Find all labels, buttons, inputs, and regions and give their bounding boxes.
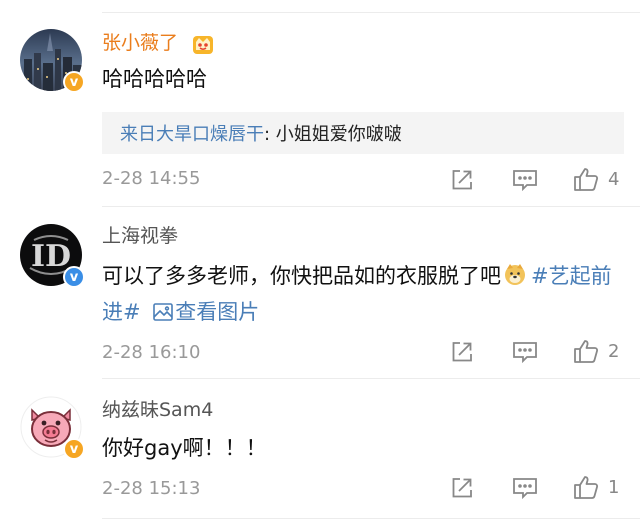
comment-text: 哈哈哈哈哈: [102, 67, 207, 91]
view-image-label: 查看图片: [175, 300, 260, 324]
like-count: 4: [608, 168, 620, 190]
timestamp: 2-28 15:13: [102, 478, 201, 499]
comment-button[interactable]: [512, 476, 538, 500]
avatar[interactable]: v: [20, 29, 85, 93]
timestamp: 2-28 16:10: [102, 342, 201, 363]
verified-badge-icon: v: [63, 266, 85, 288]
comment-text: 你好gay啊！！！: [102, 436, 267, 460]
reply-text: : 小姐姐爱你啵啵: [264, 124, 402, 145]
image-icon: [153, 303, 174, 321]
reply-username[interactable]: 来日大旱口燥唇干: [120, 120, 264, 146]
divider: [102, 518, 640, 519]
avatar[interactable]: ID v: [20, 224, 85, 288]
like-button[interactable]: 2: [573, 338, 619, 364]
share-button[interactable]: [450, 168, 474, 192]
username[interactable]: 张小薇了: [102, 31, 214, 55]
comment-button[interactable]: [512, 168, 538, 192]
comment-icon: [513, 478, 537, 500]
share-button[interactable]: [450, 340, 474, 364]
like-count: 2: [608, 340, 620, 362]
thumbs-up-icon: [574, 168, 599, 191]
like-button[interactable]: 1: [573, 474, 619, 500]
like-button[interactable]: 4: [573, 166, 619, 192]
comment-button[interactable]: [512, 340, 538, 364]
comment-icon: [513, 170, 537, 192]
member-crown-icon: [193, 35, 214, 54]
comment-item: v 张小薇了 哈哈哈哈哈 来日大旱口燥唇干 : 小姐姐爱你啵啵 2-28 14:…: [0, 0, 640, 206]
timestamp: 2-28 14:55: [102, 168, 201, 189]
share-icon: [452, 478, 472, 498]
verified-badge-icon: v: [63, 71, 85, 93]
comment-text: 可以了多多老师，你快把品如的衣服脱了吧 #艺起前进# 查看图片: [102, 258, 626, 330]
like-count: 1: [608, 476, 620, 498]
comment-item: ID v 上海视拳 可以了多多老师，你快把品如的衣服脱了吧 #艺起前进# 查看图…: [0, 206, 640, 378]
view-image-link[interactable]: 查看图片: [147, 300, 259, 324]
share-button[interactable]: [450, 476, 474, 500]
avatar[interactable]: v: [20, 396, 85, 460]
reply-box[interactable]: 来日大旱口燥唇干 : 小姐姐爱你啵啵: [102, 112, 624, 154]
comment-icon: [513, 342, 537, 364]
username[interactable]: 纳兹昧Sam4: [102, 398, 213, 422]
username[interactable]: 上海视拳: [102, 224, 178, 248]
verified-badge-icon: v: [63, 438, 85, 460]
thumbs-up-icon: [574, 476, 599, 499]
comment-text-main: 可以了多多老师，你快把品如的衣服脱了吧: [102, 264, 501, 288]
share-icon: [452, 342, 472, 362]
doge-emoji-icon: [505, 264, 525, 285]
comment-item: v 纳兹昧Sam4 你好gay啊！！！ 2-28 15:13 1: [0, 378, 640, 529]
share-icon: [452, 170, 472, 190]
thumbs-up-icon: [574, 340, 599, 363]
